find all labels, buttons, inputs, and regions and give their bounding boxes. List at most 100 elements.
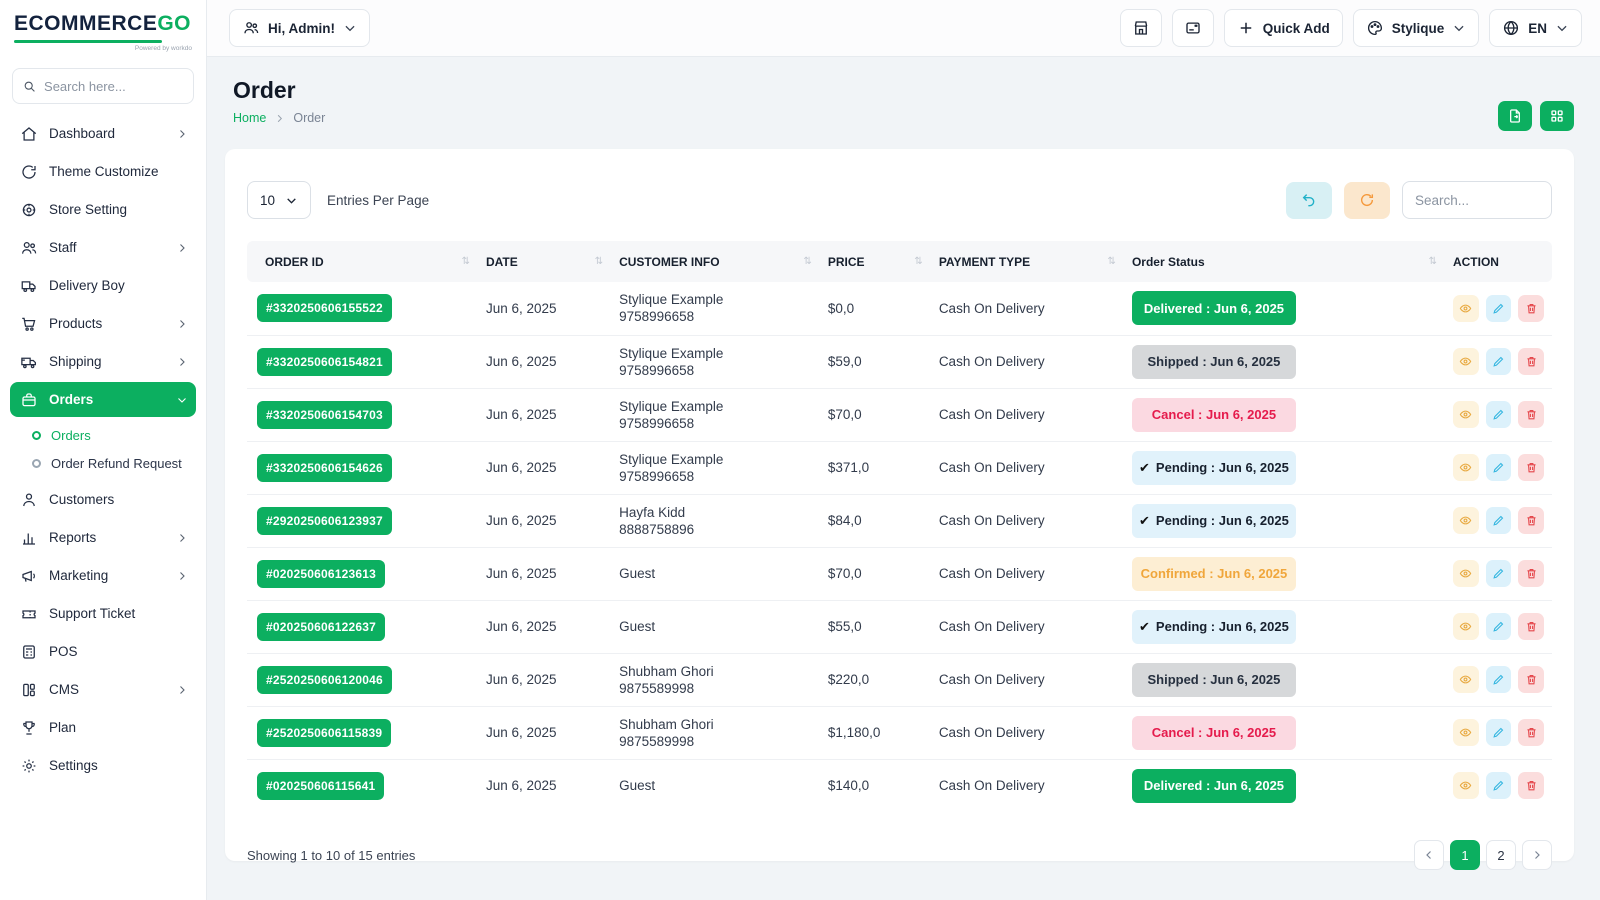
entries-per-page-select[interactable]: 10	[247, 181, 311, 219]
sidebar-item-staff[interactable]: Staff	[10, 230, 196, 265]
order-id-badge[interactable]: #3320250606155522	[257, 294, 392, 322]
refresh-button[interactable]	[1344, 182, 1390, 219]
sidebar-item-store-setting[interactable]: Store Setting	[10, 192, 196, 227]
order-id-badge[interactable]: #3320250606154703	[257, 401, 392, 429]
delete-order-button[interactable]	[1518, 560, 1544, 587]
sidebar-item-dashboard[interactable]: Dashboard	[10, 116, 196, 151]
eye-icon	[1459, 673, 1472, 686]
sidebar-search[interactable]	[12, 68, 194, 104]
sidebar-item-settings[interactable]: Settings	[10, 748, 196, 783]
storefront-button[interactable]	[1120, 9, 1162, 47]
next-page-button[interactable]	[1522, 840, 1552, 870]
sidebar-item-marketing[interactable]: Marketing	[10, 558, 196, 593]
order-id-badge[interactable]: #3320250606154821	[257, 348, 392, 376]
order-id-badge[interactable]: #020250606122637	[257, 613, 385, 641]
reset-filters-button[interactable]	[1286, 182, 1332, 219]
theme-select-button[interactable]: Stylique	[1353, 9, 1480, 47]
view-order-button[interactable]	[1453, 401, 1479, 428]
edit-order-button[interactable]	[1486, 719, 1512, 746]
edit-order-button[interactable]	[1486, 401, 1512, 428]
sidebar-item-reports[interactable]: Reports	[10, 520, 196, 555]
header-price[interactable]: PRICE⇅	[820, 241, 931, 282]
sidebar-item-plan[interactable]: Plan	[10, 710, 196, 745]
customer-phone: 9875589998	[619, 733, 812, 750]
language-select-button[interactable]: EN	[1489, 9, 1582, 47]
delete-order-button[interactable]	[1518, 295, 1544, 322]
header-payment-type[interactable]: PAYMENT TYPE⇅	[931, 241, 1124, 282]
edit-order-button[interactable]	[1486, 507, 1512, 534]
sidebar-search-input[interactable]	[44, 79, 183, 94]
sidebar-item-pos[interactable]: POS	[10, 634, 196, 669]
sort-icon: ⇅	[804, 256, 812, 267]
edit-order-button[interactable]	[1486, 772, 1512, 799]
view-order-button[interactable]	[1453, 772, 1479, 799]
order-id-badge[interactable]: #3320250606154626	[257, 454, 392, 482]
prev-page-button[interactable]	[1414, 840, 1444, 870]
payment-type: Cash On Delivery	[931, 494, 1124, 547]
pencil-icon	[1492, 620, 1505, 633]
topbar: Hi, Admin! Quick Add Stylique EN	[207, 0, 1600, 57]
edit-order-button[interactable]	[1486, 348, 1512, 375]
delete-order-button[interactable]	[1518, 772, 1544, 799]
view-order-button[interactable]	[1453, 295, 1479, 322]
view-order-button[interactable]	[1453, 507, 1479, 534]
delete-order-button[interactable]	[1518, 348, 1544, 375]
header-order-status[interactable]: Order Status⇅	[1124, 241, 1445, 282]
submenu-item-orders[interactable]: Orders	[10, 422, 196, 448]
view-order-button[interactable]	[1453, 719, 1479, 746]
edit-order-button[interactable]	[1486, 666, 1512, 693]
header-customer-info[interactable]: CUSTOMER INFO⇅	[611, 241, 820, 282]
sidebar-item-orders[interactable]: Orders	[10, 382, 196, 417]
edit-order-button[interactable]	[1486, 613, 1512, 640]
user-menu-button[interactable]: Hi, Admin!	[229, 9, 370, 47]
view-order-button[interactable]	[1453, 666, 1479, 693]
pencil-icon	[1492, 726, 1505, 739]
delete-order-button[interactable]	[1518, 666, 1544, 693]
order-id-badge[interactable]: #2520250606115839	[257, 719, 391, 747]
edit-order-button[interactable]	[1486, 560, 1512, 587]
delete-order-button[interactable]	[1518, 719, 1544, 746]
globe-icon	[1502, 19, 1520, 37]
sidebar-item-label: Staff	[49, 240, 165, 255]
delete-order-button[interactable]	[1518, 507, 1544, 534]
edit-order-button[interactable]	[1486, 295, 1512, 322]
breadcrumb-home-link[interactable]: Home	[233, 111, 266, 125]
view-order-button[interactable]	[1453, 560, 1479, 587]
page-2-button[interactable]: 2	[1486, 840, 1516, 870]
view-order-button[interactable]	[1453, 454, 1479, 481]
order-id-badge[interactable]: #2920250606123937	[257, 507, 392, 535]
edit-order-button[interactable]	[1486, 454, 1512, 481]
sidebar-item-cms[interactable]: CMS	[10, 672, 196, 707]
view-order-button[interactable]	[1453, 613, 1479, 640]
order-id-badge[interactable]: #020250606123613	[257, 560, 385, 588]
header-date[interactable]: DATE⇅	[478, 241, 611, 282]
order-id-badge[interactable]: #2520250606120046	[257, 666, 392, 694]
brand-logo[interactable]: ECOMMERCEGO Powered by workdo	[0, 0, 206, 58]
view-order-button[interactable]	[1453, 348, 1479, 375]
card-view-button[interactable]	[1172, 9, 1214, 47]
cms-icon	[20, 681, 38, 699]
eye-icon	[1459, 355, 1472, 368]
header-order-id[interactable]: ORDER ID⇅	[247, 241, 478, 282]
entries-per-page-label: Entries Per Page	[327, 193, 429, 208]
delete-order-button[interactable]	[1518, 401, 1544, 428]
quick-add-button[interactable]: Quick Add	[1224, 9, 1343, 47]
sidebar-item-products[interactable]: Products	[10, 306, 196, 341]
order-id-badge[interactable]: #020250606115641	[257, 772, 384, 800]
sidebar-item-theme-customize[interactable]: Theme Customize	[10, 154, 196, 189]
table-search-input[interactable]	[1402, 181, 1552, 219]
page-1-button[interactable]: 1	[1450, 840, 1480, 870]
sidebar-item-customers[interactable]: Customers	[10, 482, 196, 517]
delete-order-button[interactable]	[1518, 454, 1544, 481]
delete-order-button[interactable]	[1518, 613, 1544, 640]
grid-view-button[interactable]	[1540, 101, 1574, 131]
export-button[interactable]	[1498, 101, 1532, 131]
orders-table: ORDER ID⇅ DATE⇅ CUSTOMER INFO⇅ PRICE⇅ PA…	[247, 241, 1552, 812]
reports-chart-icon	[20, 529, 38, 547]
brand-logo-text: ECOMMERCEGO	[14, 12, 192, 36]
submenu-item-label: Orders	[51, 428, 91, 443]
sidebar-item-delivery-boy[interactable]: Delivery Boy	[10, 268, 196, 303]
sidebar-item-shipping[interactable]: Shipping	[10, 344, 196, 379]
sidebar-item-support-ticket[interactable]: Support Ticket	[10, 596, 196, 631]
submenu-item-order-refund-request[interactable]: Order Refund Request	[10, 450, 196, 476]
